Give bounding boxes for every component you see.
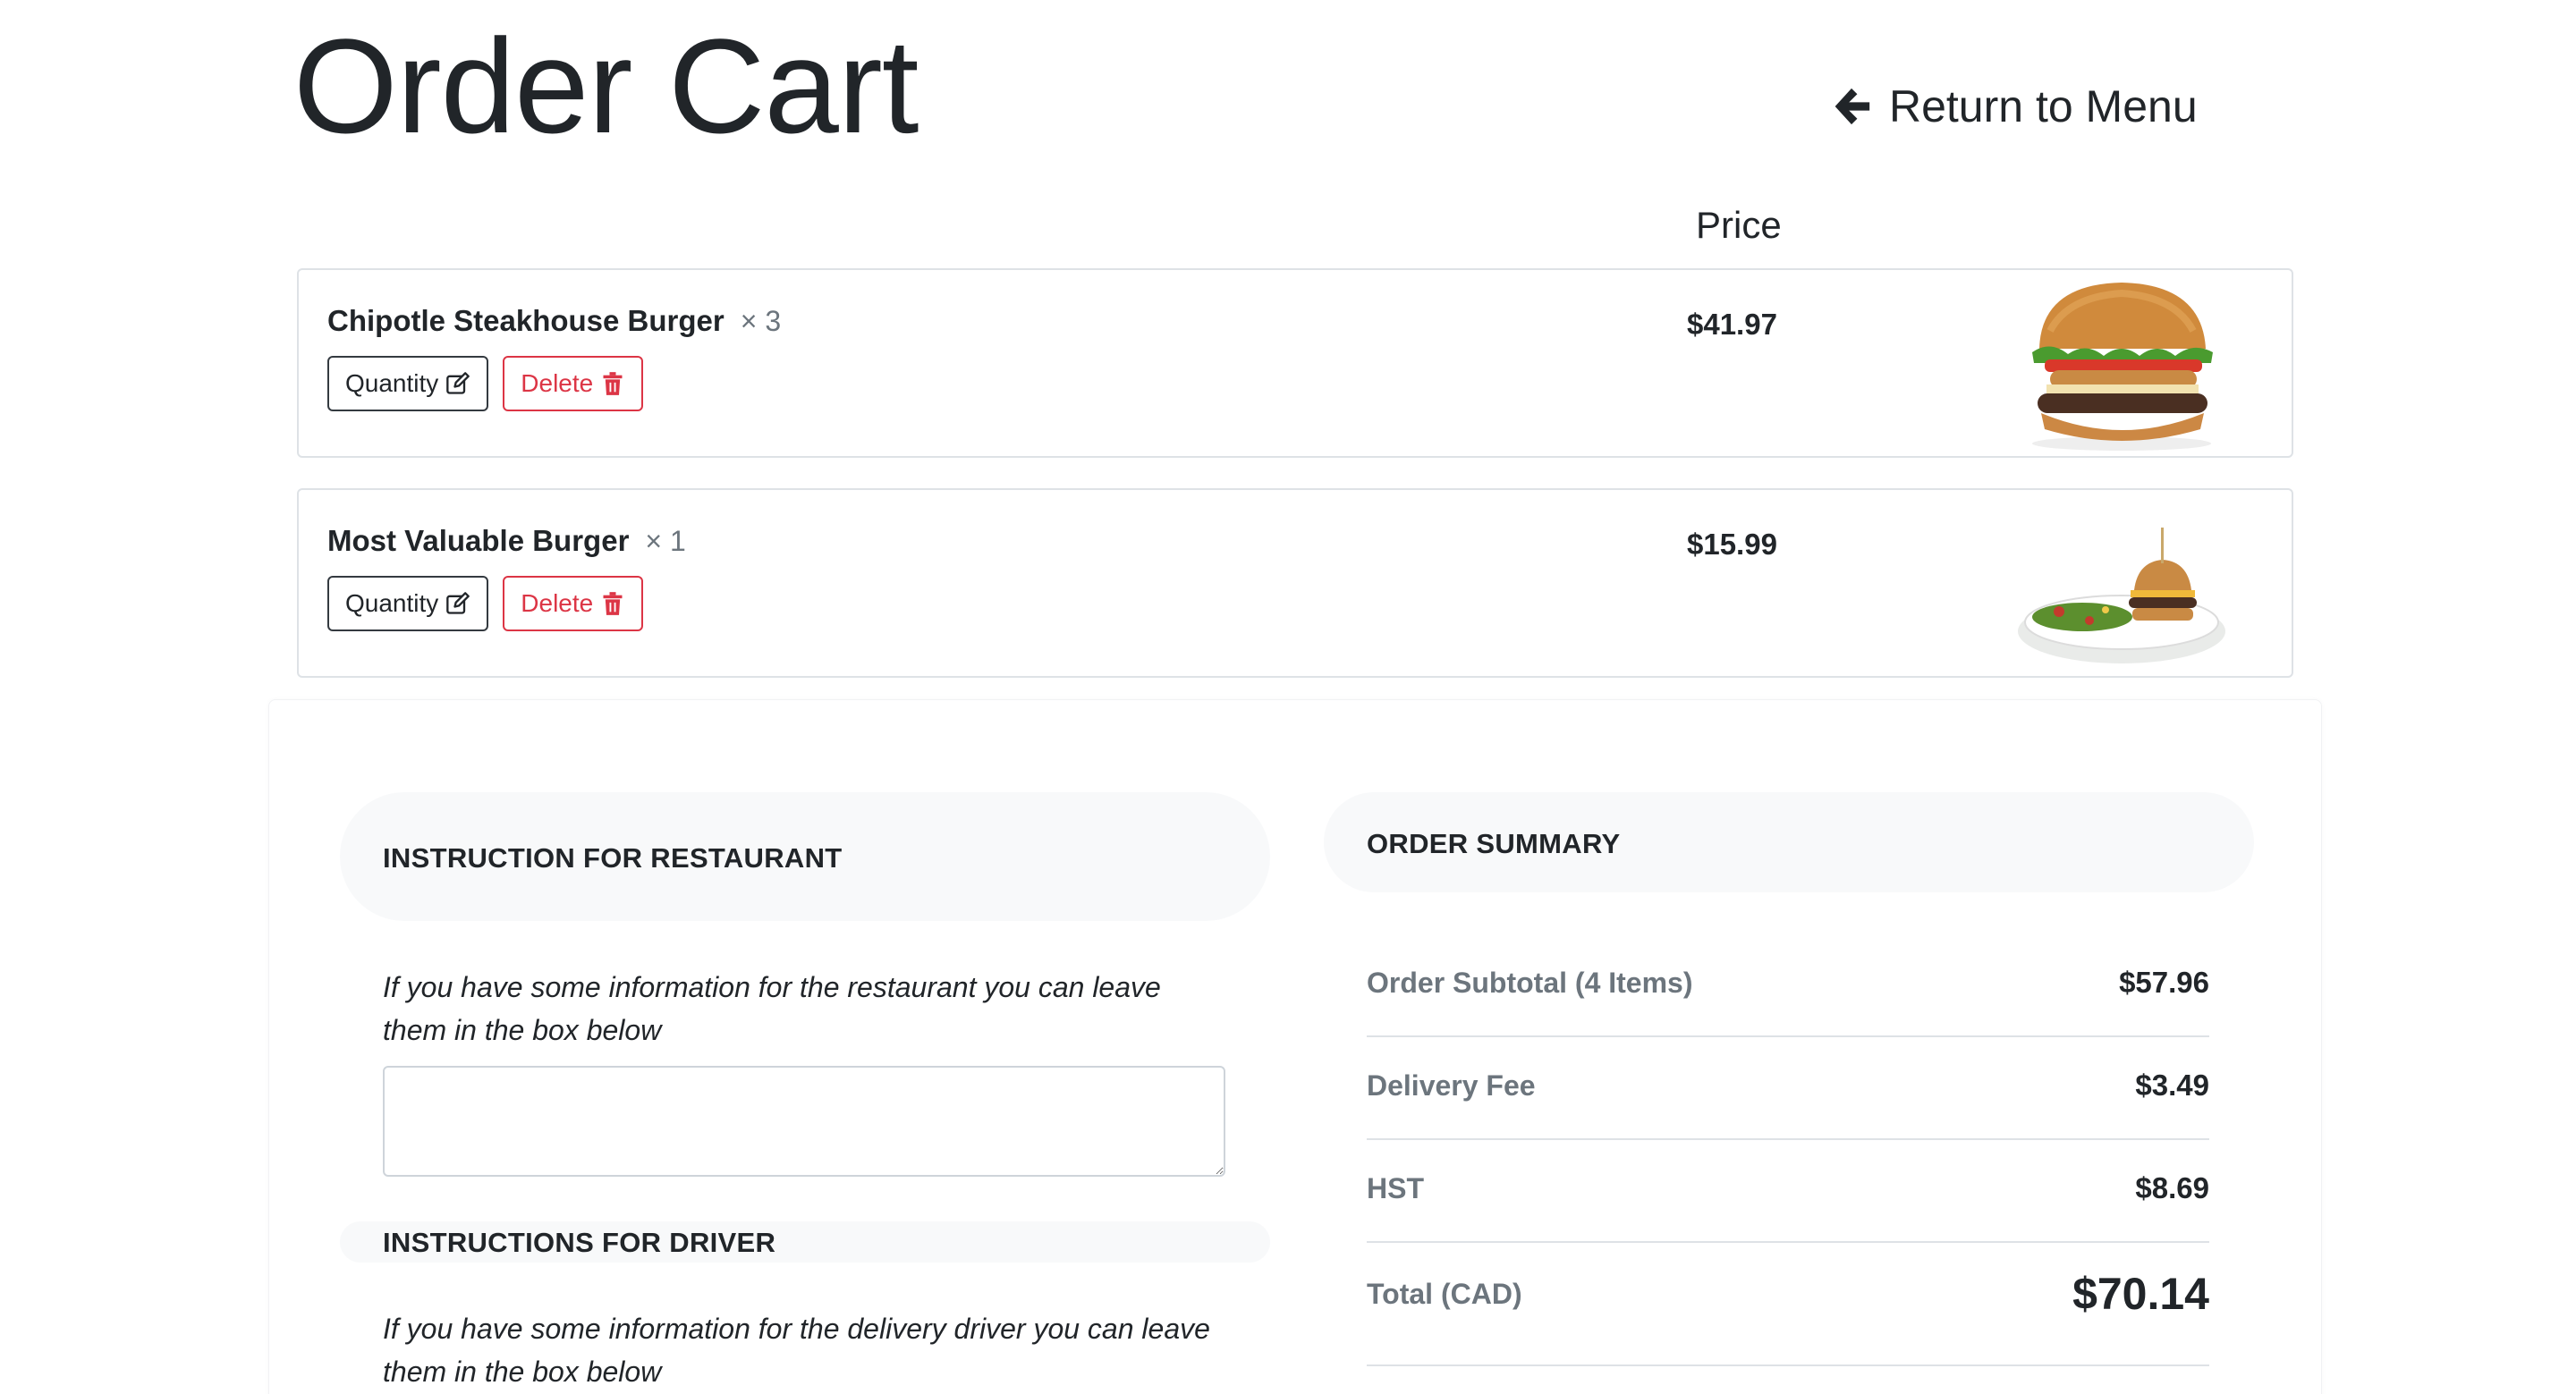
item-quantity: × 1 [645,525,686,557]
summary-divider [1367,1138,2209,1140]
driver-instruction-text: If you have some information for the del… [383,1313,1210,1388]
summary-value: $57.96 [2119,966,2209,999]
summary-divider [1367,1241,2209,1243]
summary-divider [1367,1035,2209,1037]
item-price: $15.99 [1687,528,1777,561]
burger-plate-image [2018,528,2225,663]
edit-icon [446,372,470,394]
summary-row-total: Total (CAD) $70.14 [1367,1268,2209,1320]
trash-icon [603,372,623,395]
cart-item: Most Valuable Burger × 1 Quantity Delete… [297,488,2293,678]
item-name: Most Valuable Burger [327,524,630,557]
trash-icon [603,592,623,615]
item-price: $41.97 [1687,308,1777,341]
return-to-menu-label: Return to Menu [1889,81,2198,131]
summary-value: $3.49 [2135,1069,2209,1102]
summary-row-subtotal: Order Subtotal (4 Items) $57.96 [1367,966,2209,1000]
price-column-header: Price [1696,204,1782,246]
summary-value: $8.69 [2135,1171,2209,1204]
delete-button[interactable]: Delete [503,356,644,411]
cart-item: Chipotle Steakhouse Burger × 3 Quantity … [297,268,2293,458]
edit-icon [446,592,470,614]
summary-total-value: $70.14 [2072,1269,2209,1319]
delete-button-label: Delete [521,369,594,397]
arrow-left-icon [1835,88,1870,125]
summary-row-delivery-fee: Delivery Fee $3.49 [1367,1069,2209,1103]
summary-divider [1367,1364,2209,1366]
summary-row-hst: HST $8.69 [1367,1171,2209,1205]
restaurant-instruction-text: If you have some information for the res… [383,971,1161,1046]
item-name: Chipotle Steakhouse Burger [327,304,724,337]
summary-total-label: Total (CAD) [1367,1277,1522,1310]
restaurant-instruction-heading: INSTRUCTION FOR RESTAURANT [383,842,843,874]
delete-button-label: Delete [521,589,594,617]
burger-image [2032,283,2213,451]
quantity-button[interactable]: Quantity [327,576,489,631]
order-summary-heading: ORDER SUMMARY [1367,828,1621,859]
quantity-button[interactable]: Quantity [327,356,489,411]
driver-instruction-heading: INSTRUCTIONS FOR DRIVER [383,1227,776,1258]
summary-label: HST [1367,1171,1424,1204]
summary-label: Delivery Fee [1367,1069,1536,1102]
quantity-button-label: Quantity [345,589,439,617]
delete-button[interactable]: Delete [503,576,644,631]
item-quantity: × 3 [740,305,782,337]
return-to-menu-link[interactable]: Return to Menu [1832,80,2198,132]
quantity-button-label: Quantity [345,369,439,397]
restaurant-instruction-input[interactable] [383,1066,1225,1177]
summary-label: Order Subtotal (4 Items) [1367,966,1693,999]
page-title: Order Cart [293,11,919,161]
